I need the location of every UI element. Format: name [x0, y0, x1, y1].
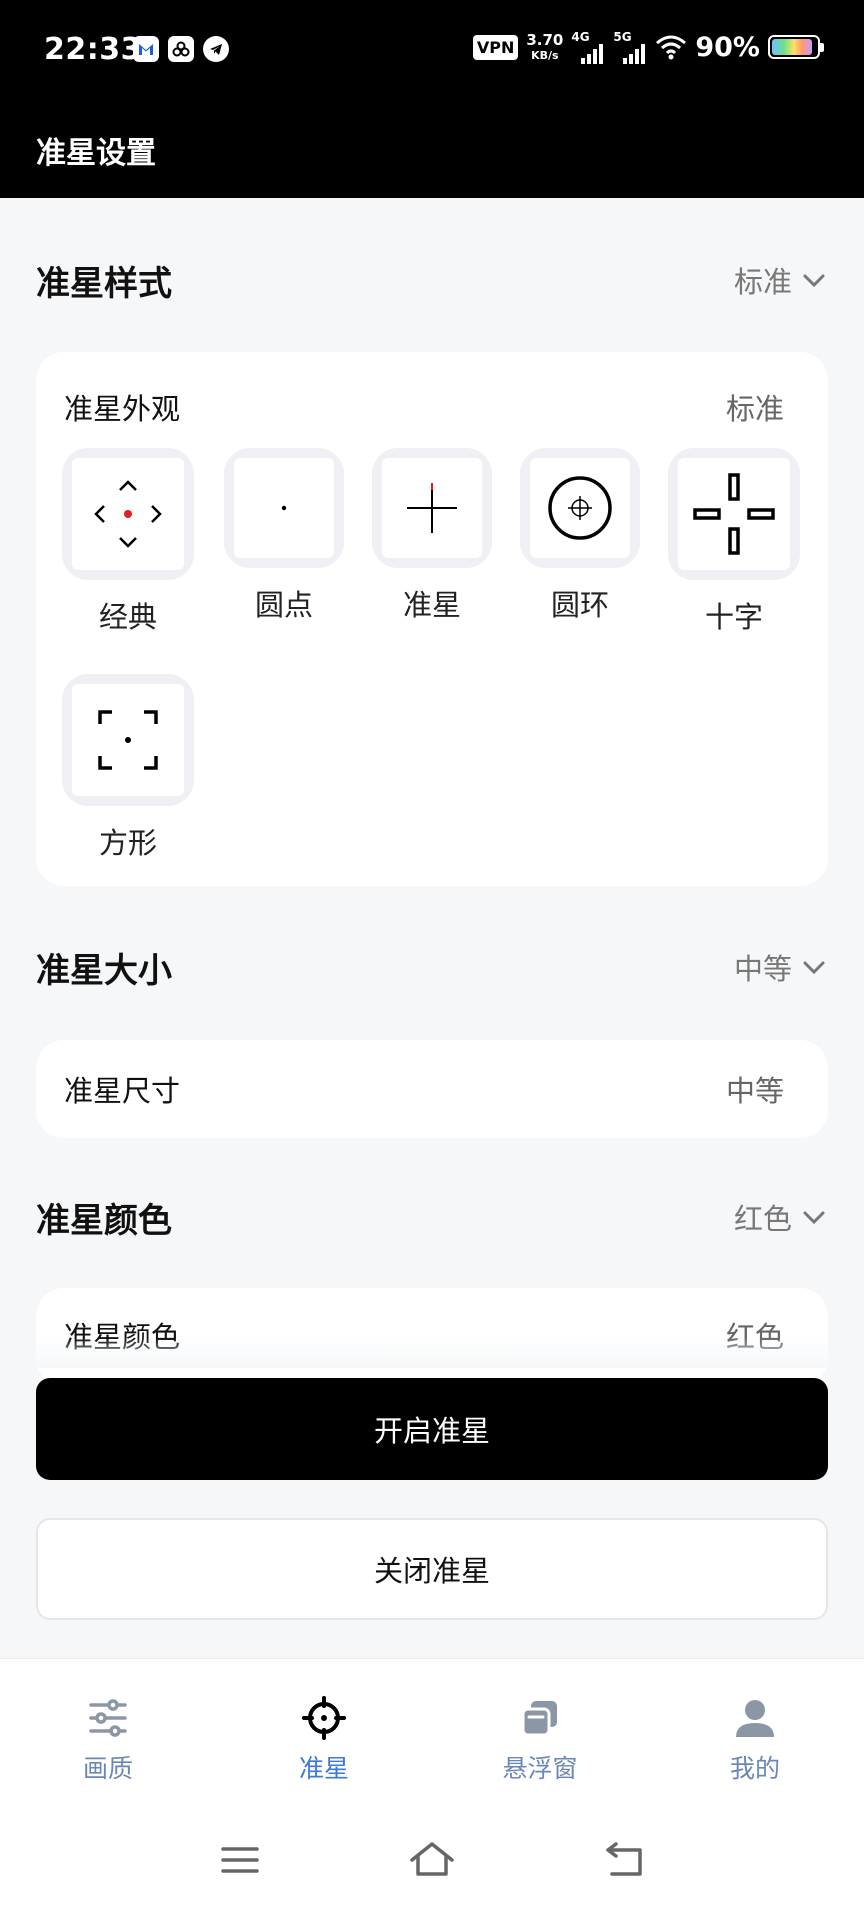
style-option-label: 方形	[98, 826, 157, 860]
style-dropdown[interactable]: 标准	[734, 259, 828, 301]
style-card: 准星外观 标准 经典 圆点 准星 圆环 十字 方形	[36, 352, 828, 886]
style-card-value: 标准	[725, 392, 784, 426]
style-section-header: 准星样式 标准	[36, 250, 828, 310]
size-row-label: 准星尺寸	[64, 1074, 181, 1108]
signal-bars-icon	[623, 44, 646, 64]
color-section-title: 准星颜色	[36, 1200, 172, 1241]
home-icon[interactable]	[402, 1830, 462, 1890]
wifi-icon	[656, 35, 687, 60]
signal-5g-label: 5G	[613, 30, 632, 44]
net-speed-value: 3.70	[526, 31, 564, 49]
style-option-label: 圆环	[550, 588, 609, 622]
battery-icon	[768, 35, 824, 59]
nav-item-crosshair[interactable]: 准星	[264, 1695, 384, 1785]
style-card-header: 准星外观 标准	[64, 382, 784, 432]
crosshair-icon	[302, 1696, 346, 1740]
style-option-label: 十字	[704, 600, 763, 634]
size-section-title: 准星大小	[36, 950, 172, 991]
size-row-value: 中等	[725, 1074, 784, 1108]
nav-label: 悬浮窗	[502, 1754, 578, 1783]
back-icon[interactable]	[594, 1830, 654, 1890]
enable-crosshair-button[interactable]: 开启准星	[36, 1378, 828, 1480]
gmail-icon	[133, 36, 159, 62]
nav-item-floating-window[interactable]: 悬浮窗	[480, 1695, 600, 1785]
signal-4g: 4G	[571, 30, 605, 64]
status-time: 22:33	[44, 32, 142, 67]
style-card-label: 准星外观	[64, 392, 181, 426]
chevron-down-icon	[803, 1211, 825, 1225]
style-option-label: 准星	[402, 588, 461, 622]
nav-label: 准星	[298, 1754, 349, 1783]
chevron-down-icon	[803, 274, 825, 288]
sliders-icon	[89, 1699, 127, 1737]
cross-reticle-icon	[693, 473, 775, 555]
system-nav-bar	[0, 1788, 864, 1920]
signal-4g-label: 4G	[571, 30, 590, 44]
color-dropdown[interactable]: 红色	[734, 1196, 828, 1238]
telegram-icon	[203, 36, 229, 62]
menu-icon[interactable]	[210, 1830, 270, 1890]
status-bar: 22:33 VPN 3.70 KB/s 4G 5G 90%	[0, 0, 864, 100]
chevron-down-icon	[803, 961, 825, 975]
scroll-fade	[0, 1338, 864, 1368]
style-section-title: 准星样式	[36, 263, 172, 304]
style-option-label: 经典	[98, 600, 157, 634]
floating-window-icon	[521, 1701, 557, 1737]
battery-percent: 90%	[695, 31, 760, 63]
signal-bars-icon	[581, 44, 604, 64]
nav-label: 画质	[82, 1754, 133, 1783]
style-option-label: 圆点	[254, 588, 313, 622]
dot-reticle-icon	[281, 505, 287, 511]
style-option-cross[interactable]: 十字	[668, 448, 800, 636]
status-app-icons	[133, 36, 229, 62]
size-dropdown[interactable]: 中等	[734, 946, 828, 988]
style-option-ring[interactable]: 圆环	[520, 448, 640, 624]
size-row: 准星尺寸 中等	[64, 1064, 784, 1114]
status-right: VPN 3.70 KB/s 4G 5G 90%	[472, 30, 824, 64]
bottom-nav: 画质 准星 悬浮窗 我的	[0, 1658, 864, 1788]
color-section-header: 准星颜色 红色	[36, 1187, 828, 1247]
style-option-square[interactable]: 方形	[62, 674, 194, 862]
style-option-crosshair[interactable]: 准星	[372, 448, 492, 624]
disable-crosshair-button[interactable]: 关闭准星	[36, 1518, 828, 1620]
app-header: 准星设置	[0, 100, 864, 198]
style-option-dot[interactable]: 圆点	[224, 448, 344, 624]
nav-item-quality[interactable]: 画质	[48, 1695, 168, 1785]
vpn-badge: VPN	[472, 34, 519, 60]
net-speed: 3.70 KB/s	[526, 31, 564, 62]
crosshair-reticle-icon	[407, 483, 457, 533]
size-card[interactable]: 准星尺寸 中等	[36, 1040, 828, 1138]
signal-5g: 5G	[613, 30, 647, 64]
page-title: 准星设置	[36, 136, 156, 171]
style-dropdown-value: 标准	[733, 265, 792, 299]
net-speed-unit: KB/s	[531, 49, 559, 62]
square-reticle-icon	[98, 710, 158, 770]
size-section-header: 准星大小 中等	[36, 937, 828, 997]
profile-icon	[736, 1700, 774, 1737]
color-dropdown-value: 红色	[733, 1202, 792, 1236]
ring-reticle-icon	[548, 476, 612, 540]
community-icon	[168, 36, 194, 62]
style-option-classic[interactable]: 经典	[62, 448, 194, 636]
classic-reticle-icon	[94, 480, 162, 548]
color-card[interactable]: 准星颜色 红色	[36, 1288, 828, 1386]
nav-label: 我的	[729, 1754, 780, 1783]
nav-item-profile[interactable]: 我的	[695, 1695, 815, 1785]
size-dropdown-value: 中等	[733, 952, 792, 986]
